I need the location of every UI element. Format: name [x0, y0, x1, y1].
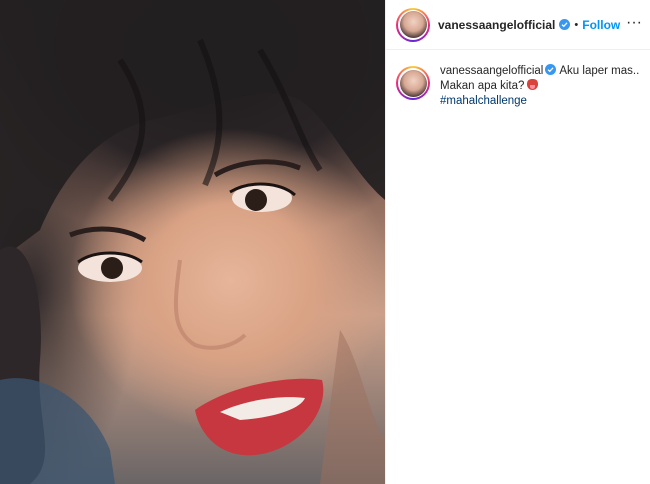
caption-avatar-image — [399, 69, 427, 97]
video-frame-illustration — [0, 0, 385, 484]
verified-badge-icon — [559, 19, 571, 30]
separator-dot: • — [574, 18, 579, 31]
panel-divider — [385, 0, 386, 484]
avatar-frame — [398, 9, 428, 40]
caption-verified-badge-icon — [545, 64, 557, 75]
hashtag-link[interactable]: #mahalchallenge — [440, 94, 644, 109]
follow-button[interactable]: Follow — [582, 18, 620, 32]
more-options-icon[interactable]: ··· — [626, 14, 642, 32]
caption-avatar-frame — [398, 68, 428, 98]
post-video[interactable] — [0, 0, 385, 484]
tongue-emoji-icon — [527, 79, 539, 90]
caption-username[interactable]: vanessaangelofficial — [440, 65, 543, 77]
caption-text-block: vanessaangelofficial Aku laper mas.. Mak… — [440, 64, 644, 109]
post-header: vanessaangelofficial • Follow ··· — [386, 0, 650, 50]
avatar-image — [399, 11, 427, 38]
caption-avatar[interactable] — [396, 66, 430, 100]
avatar[interactable] — [396, 7, 430, 42]
caption-comment: vanessaangelofficial Aku laper mas.. Mak… — [396, 64, 644, 109]
header-username[interactable]: vanessaangelofficial — [438, 18, 555, 32]
